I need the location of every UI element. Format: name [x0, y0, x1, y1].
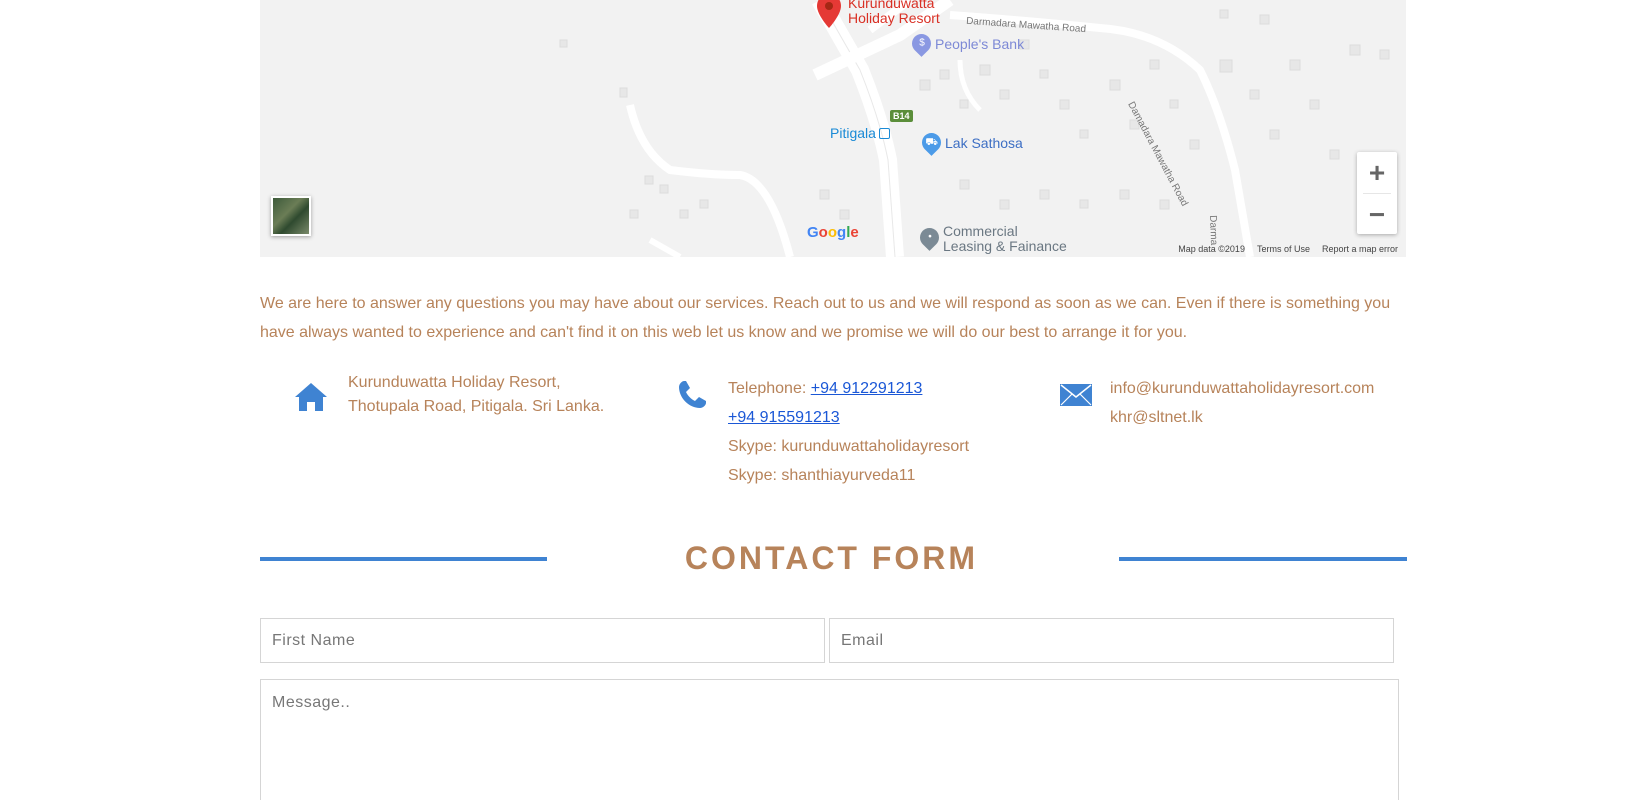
home-icon	[295, 383, 327, 411]
zoom-in-button[interactable]: +	[1357, 152, 1397, 193]
bank-icon: $	[908, 30, 935, 57]
logo-letter: o	[827, 224, 838, 241]
telephone-label: Telephone:	[728, 380, 811, 397]
logo-letter: g	[837, 224, 847, 241]
envelope-icon	[1060, 384, 1092, 406]
poi-label-line2: Leasing & Fainance	[943, 238, 1067, 254]
skype-1: Skype: kurunduwattaholidayresort	[728, 438, 970, 455]
email-address-2: khr@sltnet.lk	[1110, 409, 1203, 426]
zoom-control: + −	[1357, 152, 1397, 234]
poi-label: People's Bank	[935, 35, 1025, 52]
map-embed[interactable]: Kurunduwatta Holiday Resort $ People's B…	[260, 0, 1406, 257]
poi-label-line1: Commercial	[943, 223, 1018, 239]
poi-label: Pitigala	[830, 125, 876, 141]
poi-pitigala[interactable]: Pitigala	[830, 125, 890, 141]
telephone-link-1[interactable]: +94 912291213	[811, 380, 923, 397]
zoom-out-button[interactable]: −	[1357, 194, 1397, 235]
logo-letter: G	[807, 224, 819, 241]
telephone-link-2[interactable]: +94 915591213	[728, 409, 840, 426]
map-pin-label-line2: Holiday Resort	[848, 10, 940, 26]
location-pin-icon[interactable]	[817, 0, 841, 30]
report-map-error-link[interactable]: Report a map error	[1322, 244, 1398, 254]
email-address-1: info@kurunduwattaholidayresort.com	[1110, 380, 1375, 397]
map-pin-label[interactable]: Kurunduwatta Holiday Resort	[848, 0, 940, 26]
telephone-row: Telephone: +94 912291213	[728, 374, 969, 403]
poi-peoples-bank[interactable]: $ People's Bank	[908, 30, 1025, 57]
road-label: Darma	[1207, 215, 1220, 246]
poi-label: Lak Sathosa	[945, 134, 1023, 151]
shopping-cart-icon: ⛟	[918, 129, 945, 156]
google-logo: Google	[807, 224, 859, 241]
place-pin-icon: •	[916, 224, 943, 251]
email-input[interactable]	[829, 618, 1394, 663]
logo-letter: o	[818, 224, 828, 241]
skype-2: Skype: shanthiayurveda11	[728, 467, 916, 484]
train-station-icon	[878, 127, 890, 139]
poi-commercial-leasing[interactable]: • Commercial Leasing & Fainance	[916, 223, 1067, 254]
phone-icon	[679, 381, 706, 408]
message-textarea[interactable]	[260, 679, 1399, 800]
map-data-attribution: Map data ©2019	[1178, 244, 1245, 254]
section-divider-right	[1119, 557, 1407, 561]
first-name-input[interactable]	[260, 618, 825, 663]
address-line2: Thotupala Road, Pitigala. Sri Lanka.	[348, 398, 605, 415]
terms-of-use-link[interactable]: Terms of Use	[1257, 244, 1310, 254]
address-line1: Kurunduwatta Holiday Resort,	[348, 374, 561, 391]
satellite-toggle-button[interactable]	[271, 196, 311, 236]
logo-letter: e	[850, 224, 859, 241]
poi-lak-sathosa[interactable]: ⛟ Lak Sathosa	[918, 129, 1023, 156]
route-shield: B14	[890, 110, 913, 122]
intro-paragraph: We are here to answer any questions you …	[260, 295, 1391, 341]
map-footer: Map data ©2019 Terms of Use Report a map…	[1178, 244, 1398, 254]
